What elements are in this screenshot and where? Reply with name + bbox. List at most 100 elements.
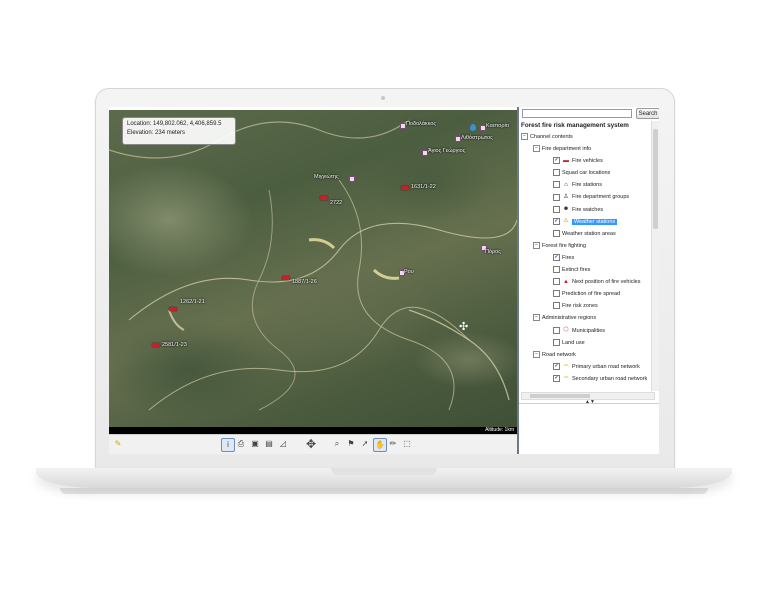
layer-label: Fire watches: [572, 206, 604, 213]
layer-checkbox[interactable]: [553, 193, 560, 201]
fire-vehicle-marker[interactable]: [401, 186, 409, 190]
tree-node-label: Road network: [542, 351, 576, 358]
map-view[interactable]: Location: 149,802.062, 4,406,859.5 Eleva…: [109, 110, 517, 427]
layer-checkbox[interactable]: [553, 181, 560, 189]
layer-label: Extinct fires: [562, 267, 591, 274]
layer-fire-department-groups[interactable]: ♙ Fire department groups: [521, 191, 651, 203]
layer-checkbox[interactable]: ✓: [553, 362, 560, 370]
layer-prediction-fire-spread[interactable]: Prediction of fire spread: [521, 288, 651, 300]
info-icon[interactable]: i: [221, 438, 235, 452]
tree-node-administrative-regions[interactable]: − Administrative regions: [521, 312, 651, 324]
map-toolbar: ✎ i ⎙ ▣ ▤ ◿ ✥ ⌕ ⚑ ➚ ✋ ✏ ⬚: [109, 434, 517, 454]
town-marker[interactable]: [349, 176, 355, 182]
fire-vehicle-marker[interactable]: [152, 343, 160, 347]
layer-fire-watches[interactable]: ☻ Fire watches: [521, 204, 651, 216]
terrain-overlay: [109, 119, 517, 411]
water-drop-marker[interactable]: [470, 124, 476, 131]
app-screen: Location: 149,802.062, 4,406,859.5 Eleva…: [109, 107, 659, 454]
layer-municipalities[interactable]: ⬡ Municipalities: [521, 325, 651, 337]
layer-checkbox[interactable]: [553, 278, 560, 286]
tree-title: Forest fire risk management system: [521, 122, 629, 129]
layer-fires[interactable]: ✓ Fires: [521, 252, 651, 264]
layer-label: Squad car locations: [562, 170, 611, 177]
layer-weather-stations[interactable]: ✓ ⚠ Weather stations: [521, 216, 651, 228]
collapse-toggle-icon[interactable]: −: [533, 314, 540, 322]
layer-land-use[interactable]: Land use: [521, 337, 651, 349]
layer-checkbox[interactable]: [553, 302, 560, 310]
laptop-base-shadow: [60, 488, 708, 494]
collapse-toggle-icon[interactable]: −: [521, 133, 528, 141]
fire-vehicle-marker[interactable]: [282, 276, 290, 280]
navigation-compass-icon[interactable]: ✥: [302, 438, 320, 450]
search-input[interactable]: [522, 109, 632, 118]
layer-checkbox[interactable]: ✓: [553, 253, 560, 261]
collapse-toggle-icon[interactable]: −: [533, 241, 540, 249]
map-label-poros: Πόρος: [485, 249, 501, 255]
layers-panel: Search Forest fire risk management syste…: [517, 107, 659, 454]
layer-checkbox[interactable]: ✓: [553, 157, 560, 165]
layer-extinct-fires[interactable]: Extinct fires: [521, 264, 651, 276]
search-button[interactable]: Search: [636, 108, 659, 119]
select-area-icon[interactable]: ⬚: [401, 438, 413, 450]
layer-fire-vehicles[interactable]: ✓ ▬ Fire vehicles: [521, 155, 651, 167]
tree-vertical-scrollbar[interactable]: [651, 121, 659, 391]
layer-label: Prediction of fire spread: [562, 291, 621, 298]
camera-dot: [381, 96, 385, 100]
elevation-readout: Elevation: 234 meters: [127, 130, 186, 136]
collapse-toggle-icon[interactable]: −: [533, 145, 540, 153]
layer-tree: Forest fire risk management system − Chan…: [521, 121, 651, 391]
layer-label: Fire risk zones: [562, 303, 598, 310]
layer-checkbox[interactable]: [553, 205, 560, 213]
laptop-base-notch: [331, 468, 437, 475]
layer-checkbox[interactable]: ✓: [553, 217, 560, 225]
map-label-mingiotis: Μιγγιώτης: [314, 174, 339, 180]
location-info-box: Location: 149,802.062, 4,406,859.5 Eleva…: [122, 117, 236, 145]
fire-vehicle-marker[interactable]: [169, 307, 177, 311]
collapse-toggle-icon[interactable]: −: [533, 350, 540, 358]
document-icon[interactable]: ▤: [263, 438, 275, 450]
weather-station-icon: ⚠: [563, 218, 569, 225]
location-readout: Location: 149,802.062, 4,406,859.5: [127, 121, 222, 127]
export-icon[interactable]: ▣: [249, 438, 261, 450]
layer-checkbox[interactable]: [553, 290, 560, 298]
layer-fire-stations[interactable]: ⌂ Fire stations: [521, 179, 651, 191]
hand-icon[interactable]: ✋: [373, 438, 387, 452]
polygon-outline-icon: ⬡: [563, 327, 569, 334]
map-label-vehicle-2581: 2581/1-23: [162, 342, 187, 348]
tree-node-channel-contents[interactable]: − Channel contents: [521, 131, 651, 143]
layer-label: Fires: [562, 254, 575, 261]
layer-label: Weather stations: [572, 218, 618, 225]
flag-icon[interactable]: ⚑: [345, 438, 357, 450]
layer-label: Primary urban road network: [572, 363, 640, 370]
zoom-icon[interactable]: ⌕: [331, 438, 343, 450]
layer-label: Fire stations: [572, 182, 602, 189]
layer-secondary-urban-road-network[interactable]: ✓ ═ Secondary urban road network: [521, 373, 651, 385]
tree-node-label: Forest fire fighting: [542, 242, 587, 249]
ruler-icon[interactable]: ◿: [277, 438, 289, 450]
scrollbar-thumb[interactable]: [653, 129, 658, 229]
layer-checkbox[interactable]: [553, 169, 560, 177]
layer-checkbox[interactable]: [553, 266, 560, 274]
scrollbar-thumb[interactable]: [530, 394, 590, 398]
layer-checkbox[interactable]: [553, 229, 560, 237]
layer-fire-risk-zones[interactable]: Fire risk zones: [521, 300, 651, 312]
layer-next-position-fire-vehicles[interactable]: ▲ Next position of fire vehicles: [521, 276, 651, 288]
tree-node-forest-fire-fighting[interactable]: − Forest fire fighting: [521, 240, 651, 252]
layer-checkbox[interactable]: ✓: [553, 374, 560, 382]
layer-squad-car-locations[interactable]: Squad car locations: [521, 167, 651, 179]
layer-weather-station-areas[interactable]: Weather station areas: [521, 228, 651, 240]
wand-icon[interactable]: ✎: [112, 438, 124, 450]
layer-primary-urban-road-network[interactable]: ✓ ═ Primary urban road network: [521, 361, 651, 373]
print-icon[interactable]: ⎙: [235, 438, 247, 450]
map-label-lithostrotos: Λιθόστρωτος: [461, 135, 493, 141]
map-label-agios-georgios: Άγιος Γεώργιος: [428, 148, 466, 154]
fire-vehicle-marker[interactable]: [320, 196, 328, 200]
layer-label: Municipalities: [572, 327, 606, 334]
tree-node-road-network[interactable]: − Road network: [521, 349, 651, 361]
pointer-icon[interactable]: ➚: [359, 438, 371, 450]
tree-node-fire-department-info[interactable]: − Fire department info: [521, 143, 651, 155]
map-label-podolakkos: Ποδολάκκος: [406, 121, 437, 127]
layer-checkbox[interactable]: [553, 326, 560, 334]
pencil-icon[interactable]: ✏: [387, 438, 399, 450]
layer-checkbox[interactable]: [553, 338, 560, 346]
